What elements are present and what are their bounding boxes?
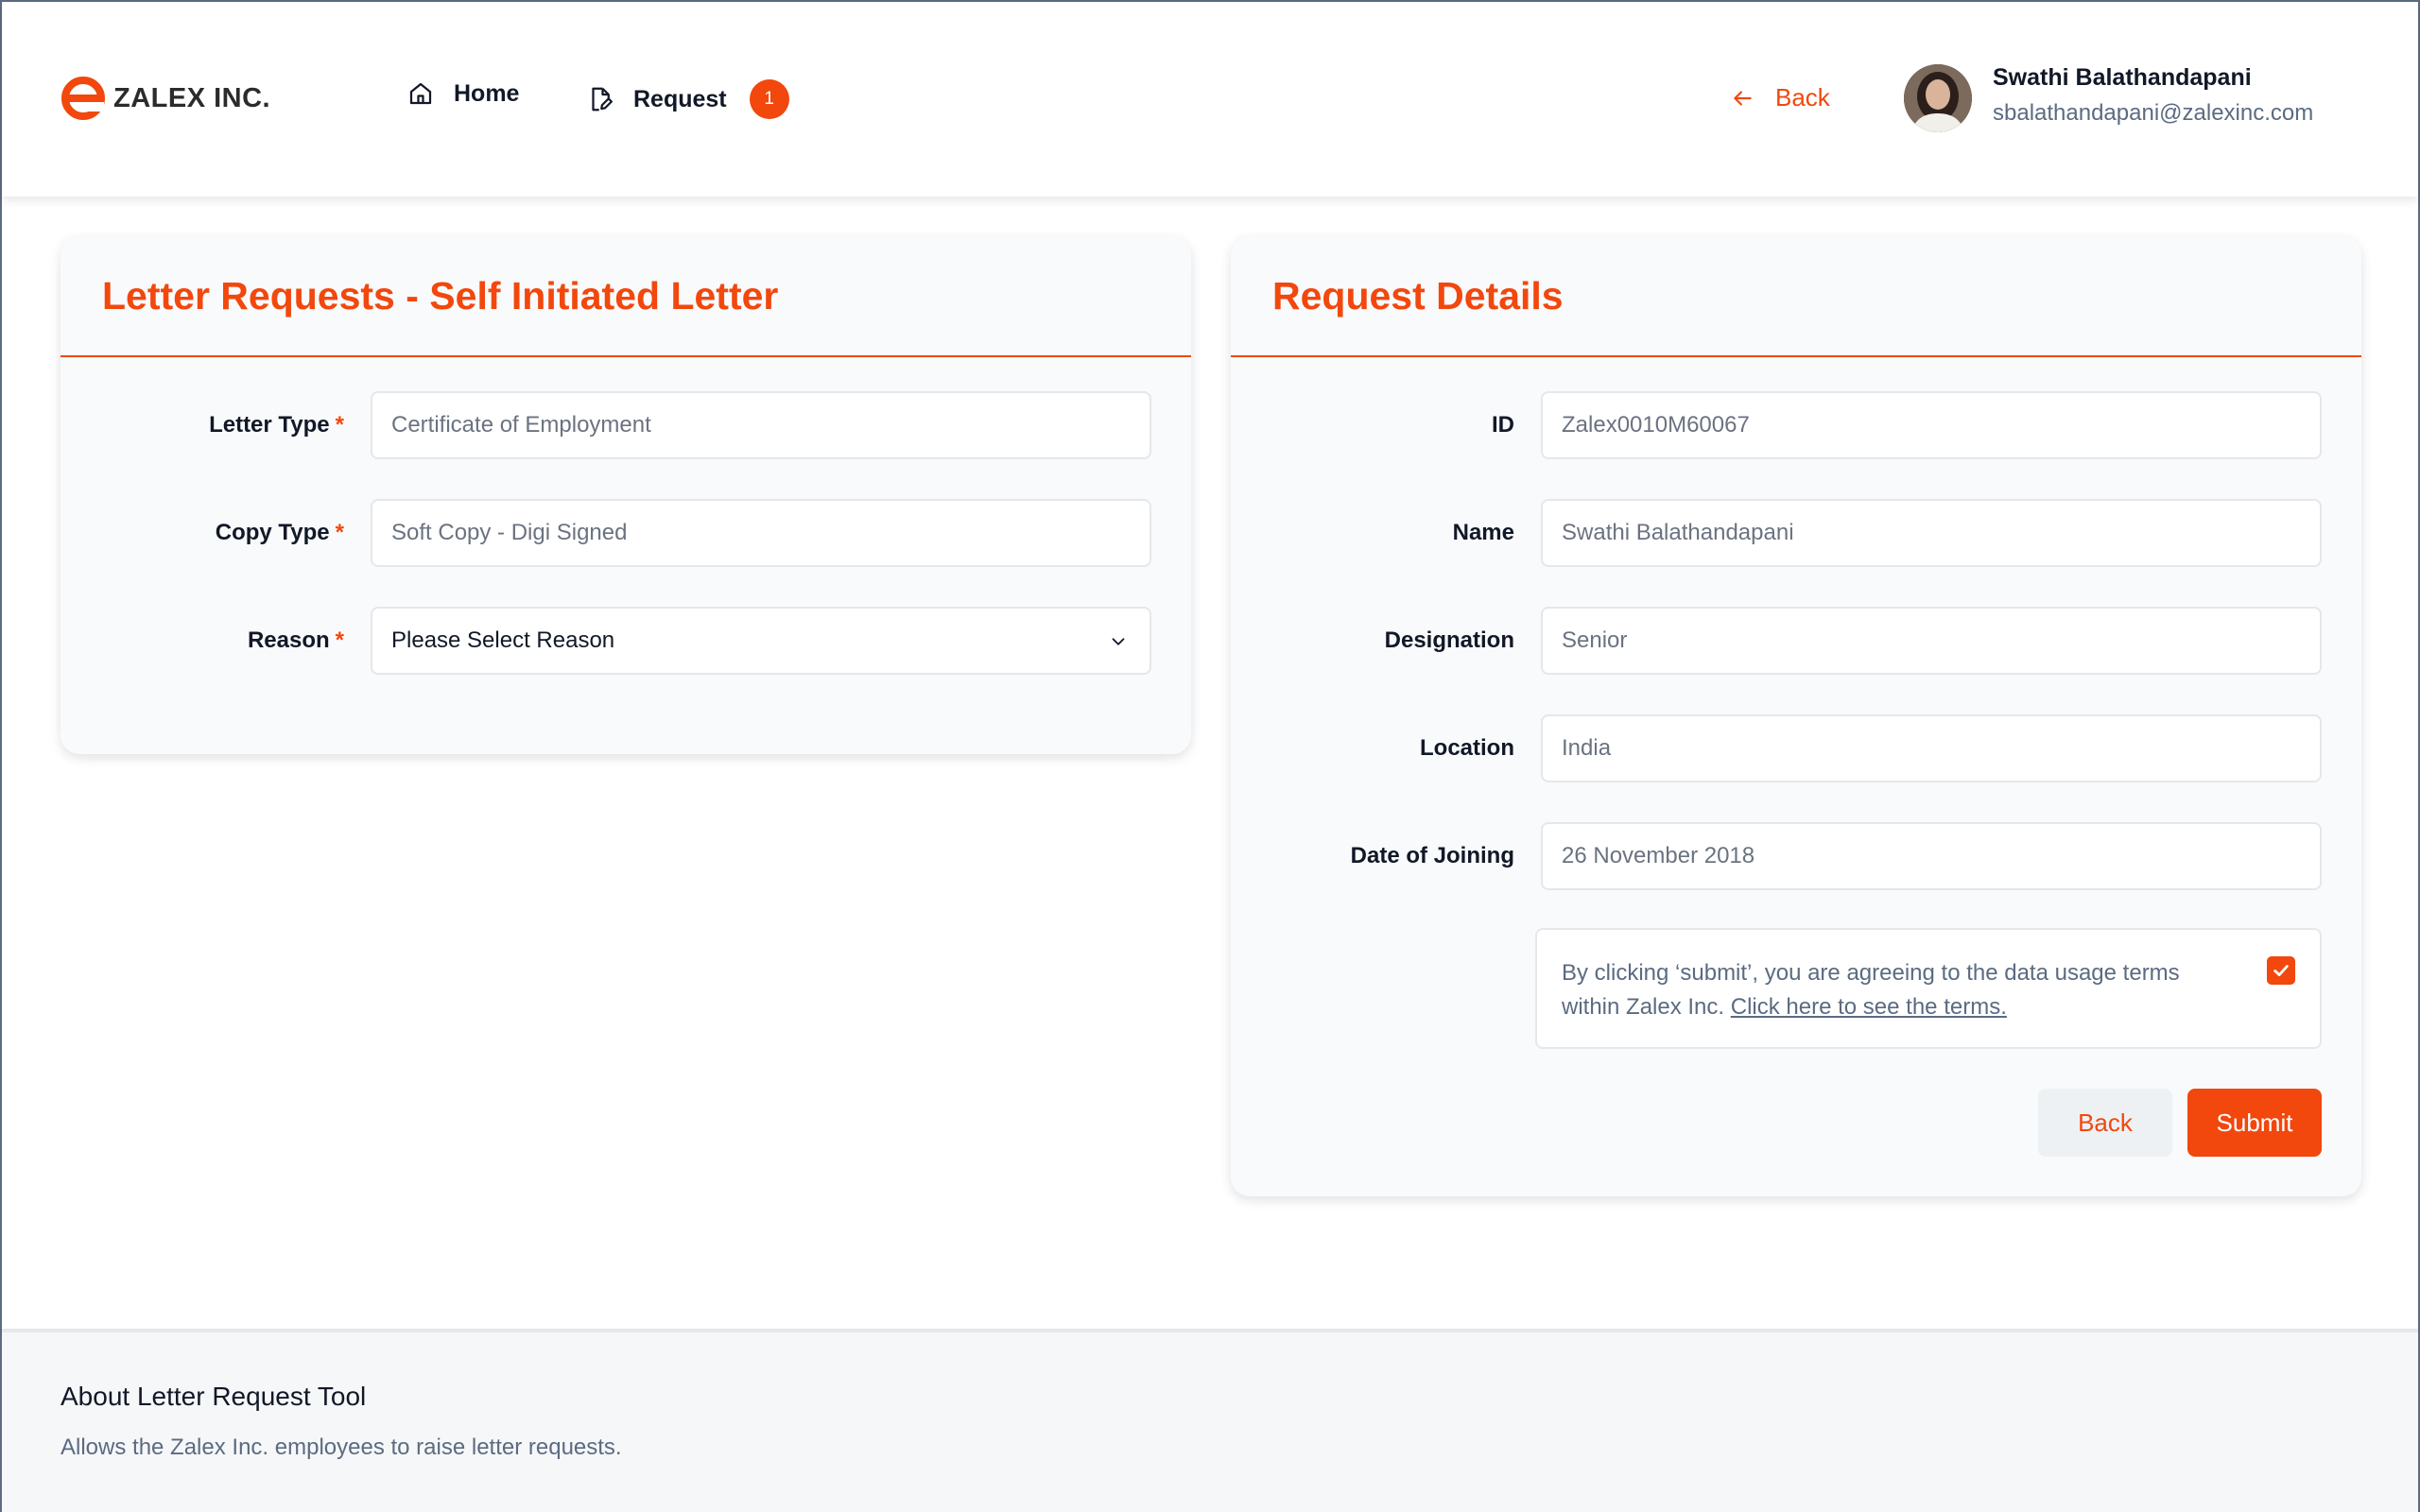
letter-request-title: Letter Requests - Self Initiated Letter xyxy=(60,236,1191,357)
nav-home[interactable]: Home xyxy=(406,79,519,108)
request-details-card: Request Details ID Zalex0010M60067 Name … xyxy=(1231,236,2361,1196)
logo-text: ZALEX INC. xyxy=(113,82,271,113)
back-button[interactable]: Back xyxy=(2038,1089,2172,1157)
terms-agreement-box: By clicking ‘submit’, you are agreeing t… xyxy=(1535,928,2322,1049)
date-of-joining-row: Date of Joining 26 November 2018 xyxy=(1231,822,2361,890)
id-label: ID xyxy=(1492,412,1514,438)
required-marker: * xyxy=(335,627,344,653)
name-label: Name xyxy=(1452,520,1514,545)
location-field[interactable]: India xyxy=(1541,714,2322,782)
reason-row: Reason * Please Select Reason xyxy=(60,607,1191,675)
required-marker: * xyxy=(335,412,344,438)
copy-type-label: Copy Type * xyxy=(215,520,344,545)
header-back-link[interactable]: Back xyxy=(1730,83,1830,112)
nav-request[interactable]: Request 1 xyxy=(586,79,789,119)
user-name: Swathi Balathandapani xyxy=(1993,64,2252,91)
letter-request-card: Letter Requests - Self Initiated Letter … xyxy=(60,236,1191,754)
terms-link[interactable]: Click here to see the terms. xyxy=(1731,994,2007,1020)
copy-type-input[interactable]: Soft Copy - Digi Signed xyxy=(371,499,1151,567)
checkmark-icon xyxy=(2273,965,2289,976)
footer-title: About Letter Request Tool xyxy=(60,1382,367,1411)
date-of-joining-label: Date of Joining xyxy=(1350,843,1514,868)
id-field[interactable]: Zalex0010M60067 xyxy=(1541,391,2322,459)
terms-checkbox[interactable] xyxy=(2267,956,2295,985)
reason-select-value: Please Select Reason xyxy=(391,627,615,653)
page-footer: About Letter Request Tool Allows the Zal… xyxy=(2,1329,2418,1512)
document-edit-icon xyxy=(592,87,613,112)
reason-label: Reason * xyxy=(247,627,344,653)
id-row: ID Zalex0010M60067 xyxy=(1231,391,2361,459)
date-of-joining-field[interactable]: 26 November 2018 xyxy=(1541,822,2322,890)
user-avatar[interactable] xyxy=(1904,64,1972,132)
user-email: sbalathandapani@zalexinc.com xyxy=(1993,100,2314,126)
header-back-label: Back xyxy=(1775,83,1830,112)
designation-label: Designation xyxy=(1384,627,1514,653)
request-count-badge: 1 xyxy=(749,79,789,119)
chevron-down-icon xyxy=(1112,638,1125,645)
zalex-logo-icon xyxy=(61,77,105,120)
letter-type-input[interactable]: Certificate of Employment xyxy=(371,391,1151,459)
arrow-left-icon xyxy=(1734,90,1752,106)
avatar-image xyxy=(1904,64,1972,132)
copy-type-row: Copy Type * Soft Copy - Digi Signed xyxy=(60,499,1191,567)
nav-request-label: Request xyxy=(633,85,727,112)
submit-button[interactable]: Submit xyxy=(2187,1089,2322,1157)
letter-type-row: Letter Type * Certificate of Employment xyxy=(60,391,1191,459)
nav-home-label: Home xyxy=(454,79,520,107)
footer-description: Allows the Zalex Inc. employees to raise… xyxy=(60,1435,622,1460)
reason-select[interactable]: Please Select Reason xyxy=(371,607,1151,675)
location-row: Location India xyxy=(1231,714,2361,782)
top-header: ZALEX INC. Home Request 1 Back Swathi Ba… xyxy=(2,2,2418,197)
home-icon xyxy=(409,82,432,105)
designation-field[interactable]: Senior xyxy=(1541,607,2322,675)
name-row: Name Swathi Balathandapani xyxy=(1231,499,2361,567)
location-label: Location xyxy=(1420,735,1514,761)
name-field[interactable]: Swathi Balathandapani xyxy=(1541,499,2322,567)
letter-type-label: Letter Type * xyxy=(209,412,344,438)
required-marker: * xyxy=(335,520,344,545)
designation-row: Designation Senior xyxy=(1231,607,2361,675)
request-details-title: Request Details xyxy=(1231,236,2361,357)
company-logo[interactable]: ZALEX INC. xyxy=(60,76,270,121)
